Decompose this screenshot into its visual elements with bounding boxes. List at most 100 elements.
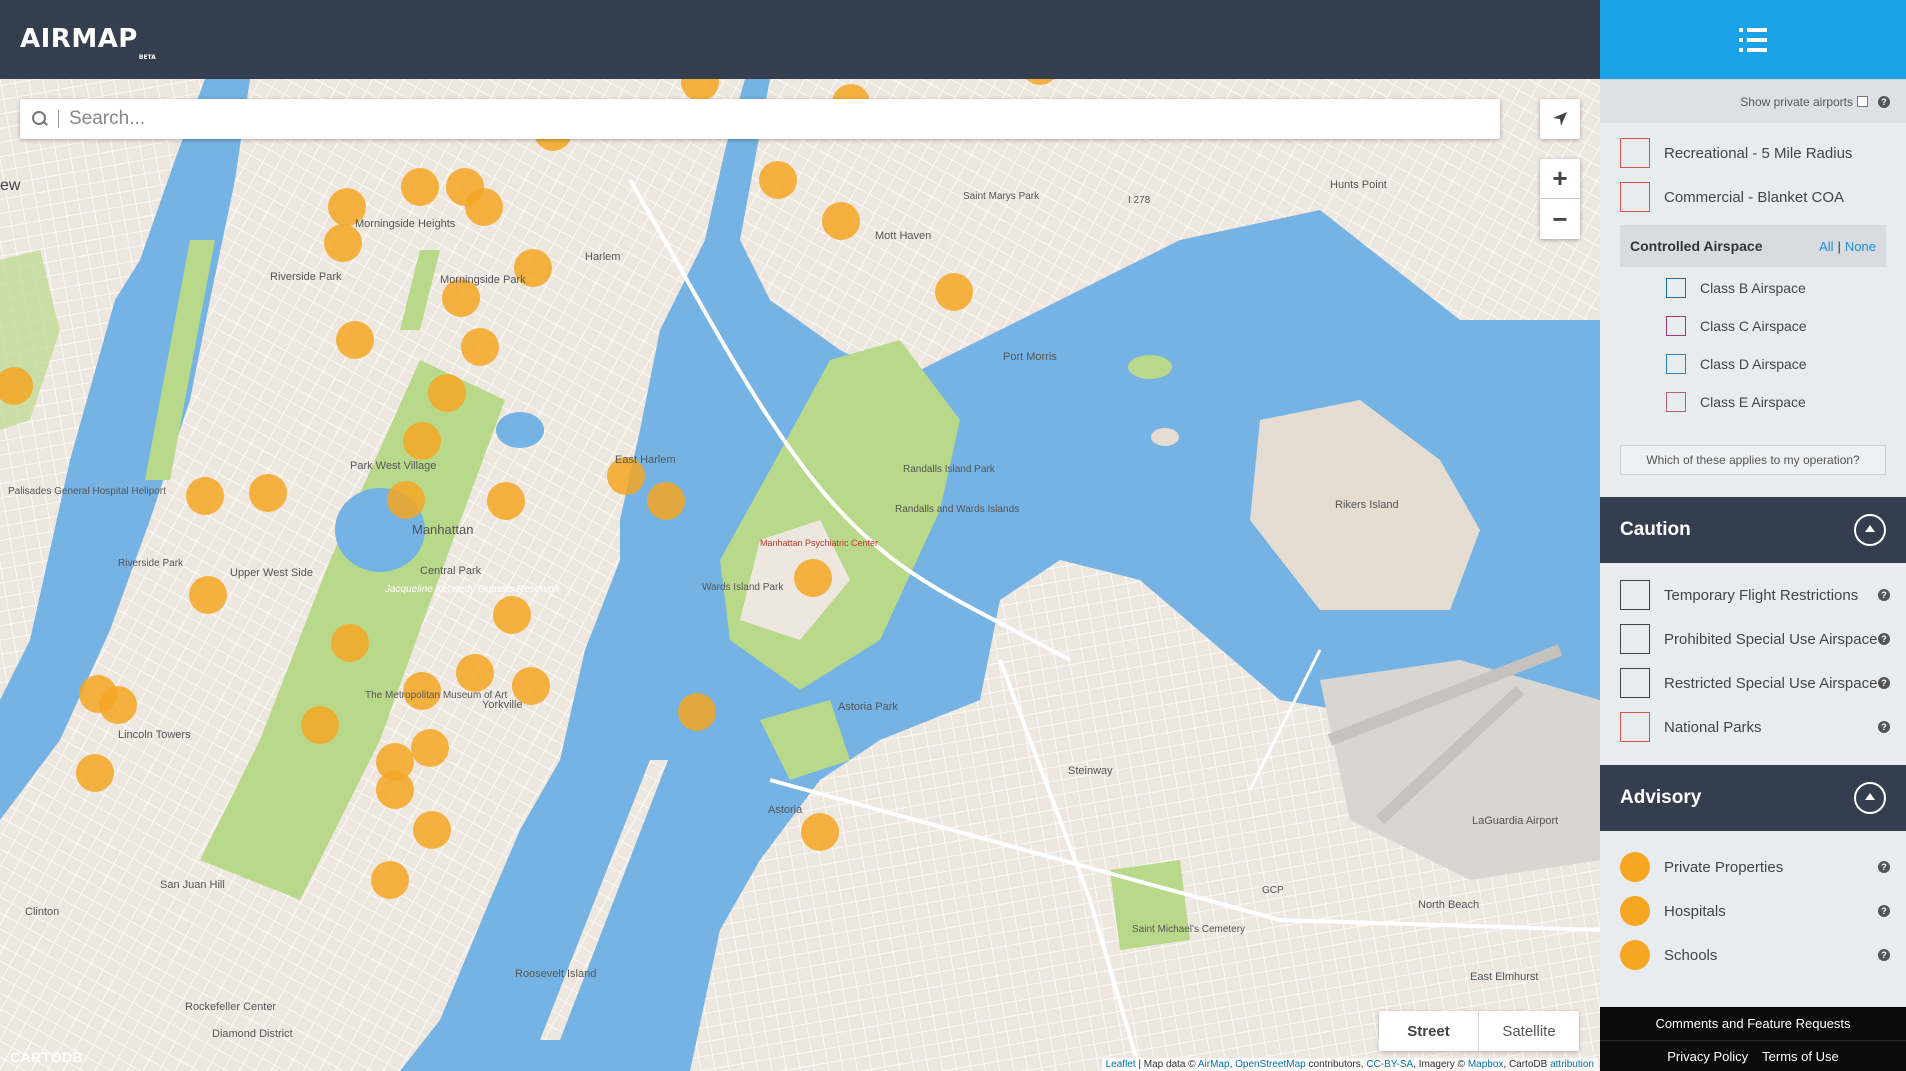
cartodb-attribution-link[interactable]: attribution bbox=[1550, 1059, 1594, 1070]
map-label: Hunts Point bbox=[1330, 179, 1387, 191]
advisory-marker[interactable] bbox=[794, 559, 832, 597]
airspace-label: Class C Airspace bbox=[1700, 318, 1807, 334]
advisory-marker[interactable] bbox=[371, 861, 409, 899]
map-label: Central Park bbox=[420, 565, 482, 577]
caution-checkbox[interactable] bbox=[1620, 580, 1650, 610]
map-label: Lincoln Towers bbox=[118, 729, 191, 741]
advisory-marker[interactable] bbox=[801, 813, 839, 851]
advisory-marker[interactable] bbox=[487, 482, 525, 520]
advisory-hospitals[interactable]: Hospitals ? bbox=[1600, 889, 1906, 933]
class-b-airspace[interactable]: Class B Airspace bbox=[1600, 269, 1906, 307]
advisory-marker[interactable] bbox=[456, 654, 494, 692]
advisory-marker[interactable] bbox=[249, 474, 287, 512]
advisory-marker[interactable] bbox=[301, 706, 339, 744]
map-label: Palisades General Hospital Heliport bbox=[8, 486, 166, 497]
advisory-toggle[interactable] bbox=[1620, 852, 1650, 882]
help-icon[interactable]: ? bbox=[1878, 95, 1890, 108]
caution-checkbox[interactable] bbox=[1620, 712, 1650, 742]
advisory-toggle[interactable] bbox=[1620, 896, 1650, 926]
advisory-marker[interactable] bbox=[336, 321, 374, 359]
locate-button[interactable] bbox=[1540, 99, 1580, 139]
class-c-airspace[interactable]: Class C Airspace bbox=[1600, 307, 1906, 345]
street-layer-button[interactable]: Street bbox=[1379, 1011, 1479, 1051]
advisory-marker[interactable] bbox=[935, 273, 973, 311]
advisory-marker[interactable] bbox=[461, 328, 499, 366]
select-all-link[interactable]: All bbox=[1819, 239, 1833, 254]
private-airports-checkbox[interactable] bbox=[1857, 96, 1868, 107]
advisory-marker[interactable] bbox=[99, 686, 137, 724]
class-d-airspace[interactable]: Class D Airspace bbox=[1600, 345, 1906, 383]
advisory-marker[interactable] bbox=[403, 422, 441, 460]
advisory-marker[interactable] bbox=[376, 771, 414, 809]
map[interactable]: Morningside Heights Harlem Morningside P… bbox=[0, 79, 1600, 1071]
caution-section-header[interactable]: Caution bbox=[1600, 497, 1906, 563]
advisory-marker[interactable] bbox=[493, 596, 531, 634]
help-icon[interactable]: ? bbox=[1878, 905, 1890, 917]
airspace-checkbox[interactable] bbox=[1666, 316, 1686, 336]
advisory-marker[interactable] bbox=[759, 161, 797, 199]
terms-of-use-link[interactable]: Terms of Use bbox=[1762, 1049, 1839, 1064]
airmap-link[interactable]: AirMap bbox=[1198, 1059, 1230, 1070]
help-icon[interactable]: ? bbox=[1878, 589, 1890, 601]
advisory-schools[interactable]: Schools ? bbox=[1600, 933, 1906, 977]
advisory-section-header[interactable]: Advisory bbox=[1600, 765, 1906, 831]
zoom-out-button[interactable]: − bbox=[1540, 199, 1580, 239]
advisory-marker[interactable] bbox=[647, 482, 685, 520]
class-e-airspace[interactable]: Class E Airspace bbox=[1600, 383, 1906, 421]
help-icon[interactable]: ? bbox=[1878, 861, 1890, 873]
caution-checkbox[interactable] bbox=[1620, 624, 1650, 654]
advisory-marker[interactable] bbox=[678, 693, 716, 731]
advisory-marker[interactable] bbox=[413, 811, 451, 849]
airspace-checkbox[interactable] bbox=[1666, 278, 1686, 298]
search-input[interactable] bbox=[69, 108, 1500, 130]
mapbox-link[interactable]: Mapbox bbox=[1468, 1059, 1504, 1070]
zoom-in-button[interactable]: + bbox=[1540, 159, 1580, 199]
map-label: Clinton bbox=[25, 906, 59, 918]
leaflet-link[interactable]: Leaflet bbox=[1106, 1059, 1136, 1070]
airspace-checkbox[interactable] bbox=[1666, 392, 1686, 412]
privacy-policy-link[interactable]: Privacy Policy bbox=[1667, 1049, 1748, 1064]
advisory-marker[interactable] bbox=[411, 729, 449, 767]
caution-restricted[interactable]: Restricted Special Use Airspace ? bbox=[1600, 661, 1906, 705]
select-none-link[interactable]: None bbox=[1845, 239, 1876, 254]
permit-checkbox[interactable] bbox=[1620, 138, 1650, 168]
advisory-marker[interactable] bbox=[331, 624, 369, 662]
collapse-icon[interactable] bbox=[1854, 782, 1886, 814]
map-label: Upper West Side bbox=[230, 567, 313, 579]
map-label: Rikers Island bbox=[1335, 499, 1399, 511]
advisory-toggle[interactable] bbox=[1620, 940, 1650, 970]
permit-checkbox[interactable] bbox=[1620, 182, 1650, 212]
advisory-marker[interactable] bbox=[465, 188, 503, 226]
caution-prohibited[interactable]: Prohibited Special Use Airspace ? bbox=[1600, 617, 1906, 661]
permit-recreational[interactable]: Recreational - 5 Mile Radius bbox=[1600, 131, 1906, 175]
map-attribution: Leaflet | Map data © AirMap, OpenStreetM… bbox=[1101, 1058, 1598, 1071]
caution-tfr[interactable]: Temporary Flight Restrictions ? bbox=[1600, 573, 1906, 617]
advisory-marker[interactable] bbox=[822, 202, 860, 240]
feedback-link[interactable]: Comments and Feature Requests bbox=[1600, 1007, 1906, 1041]
permit-commercial[interactable]: Commercial - Blanket COA bbox=[1600, 175, 1906, 219]
advisory-marker[interactable] bbox=[387, 481, 425, 519]
advisory-private-properties[interactable]: Private Properties ? bbox=[1600, 845, 1906, 889]
basemap-toggle: Street Satellite bbox=[1379, 1011, 1579, 1051]
caution-national-parks[interactable]: National Parks ? bbox=[1600, 705, 1906, 749]
advisory-marker[interactable] bbox=[401, 168, 439, 206]
osm-link[interactable]: OpenStreetMap bbox=[1235, 1059, 1306, 1070]
ccbysa-link[interactable]: CC-BY-SA bbox=[1366, 1059, 1413, 1070]
menu-button[interactable] bbox=[1600, 0, 1906, 79]
collapse-icon[interactable] bbox=[1854, 514, 1886, 546]
map-label: Astoria bbox=[768, 804, 803, 816]
layers-sidebar[interactable]: Show private airports ? Recreational - 5… bbox=[1600, 79, 1906, 1007]
app-logo[interactable]: AIRMAPBETA bbox=[20, 24, 156, 61]
help-icon[interactable]: ? bbox=[1878, 633, 1890, 645]
advisory-marker[interactable] bbox=[428, 374, 466, 412]
help-icon[interactable]: ? bbox=[1878, 949, 1890, 961]
advisory-marker[interactable] bbox=[76, 754, 114, 792]
advisory-marker[interactable] bbox=[189, 576, 227, 614]
help-icon[interactable]: ? bbox=[1878, 721, 1890, 733]
caution-checkbox[interactable] bbox=[1620, 668, 1650, 698]
advisory-marker[interactable] bbox=[186, 477, 224, 515]
help-icon[interactable]: ? bbox=[1878, 677, 1890, 689]
which-applies-button[interactable]: Which of these applies to my operation? bbox=[1620, 445, 1886, 475]
airspace-checkbox[interactable] bbox=[1666, 354, 1686, 374]
satellite-layer-button[interactable]: Satellite bbox=[1479, 1011, 1579, 1051]
